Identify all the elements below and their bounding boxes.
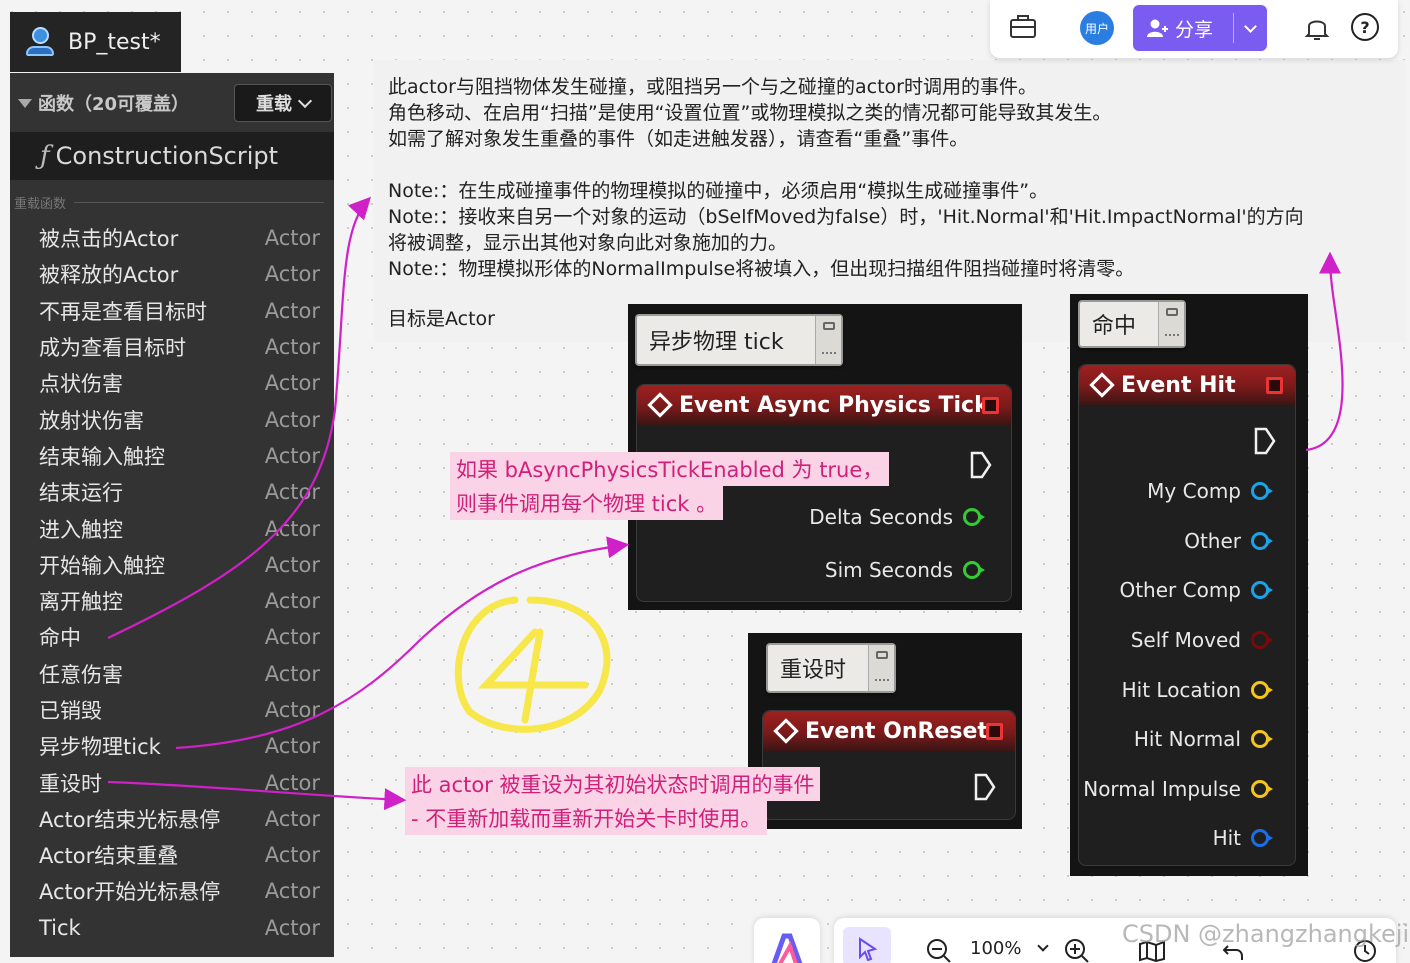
chevron-down-icon bbox=[1037, 940, 1049, 952]
arrow-async-to-node bbox=[175, 536, 630, 750]
arrow-hit-node-to-tooltip bbox=[1305, 251, 1344, 452]
zoom-level-value: 100% bbox=[970, 938, 1022, 959]
share-button[interactable]: 分享 bbox=[1133, 5, 1267, 51]
circled-four-mark bbox=[454, 596, 611, 733]
arrow-reset-to-annotation bbox=[107, 780, 407, 811]
user-avatar[interactable]: 用户 bbox=[1080, 11, 1114, 45]
bell-icon[interactable] bbox=[1303, 13, 1331, 43]
watermark: CSDN @zhangzhangkeji bbox=[1122, 920, 1410, 948]
toolbox-icon[interactable] bbox=[1008, 12, 1038, 42]
pointer-tool-button[interactable] bbox=[843, 927, 891, 963]
user-avatar-label: 用户 bbox=[1084, 21, 1109, 36]
arrow-hit-to-tooltip bbox=[107, 196, 371, 639]
svg-text:?: ? bbox=[1360, 18, 1369, 37]
annotation-arrows bbox=[107, 196, 1344, 811]
zoom-level[interactable]: 100% bbox=[970, 938, 1049, 959]
add-user-icon bbox=[1147, 19, 1168, 37]
chevron-down-icon[interactable] bbox=[1244, 19, 1257, 33]
help-icon[interactable]: ? bbox=[1350, 12, 1380, 42]
zoom-in-icon[interactable] bbox=[1064, 938, 1090, 963]
app-logo-box[interactable] bbox=[754, 918, 820, 963]
share-label: 分享 bbox=[1175, 18, 1214, 41]
zoom-out-icon[interactable] bbox=[926, 938, 952, 963]
app-logo-icon bbox=[771, 933, 803, 963]
cursor-pointer-icon bbox=[859, 937, 878, 961]
